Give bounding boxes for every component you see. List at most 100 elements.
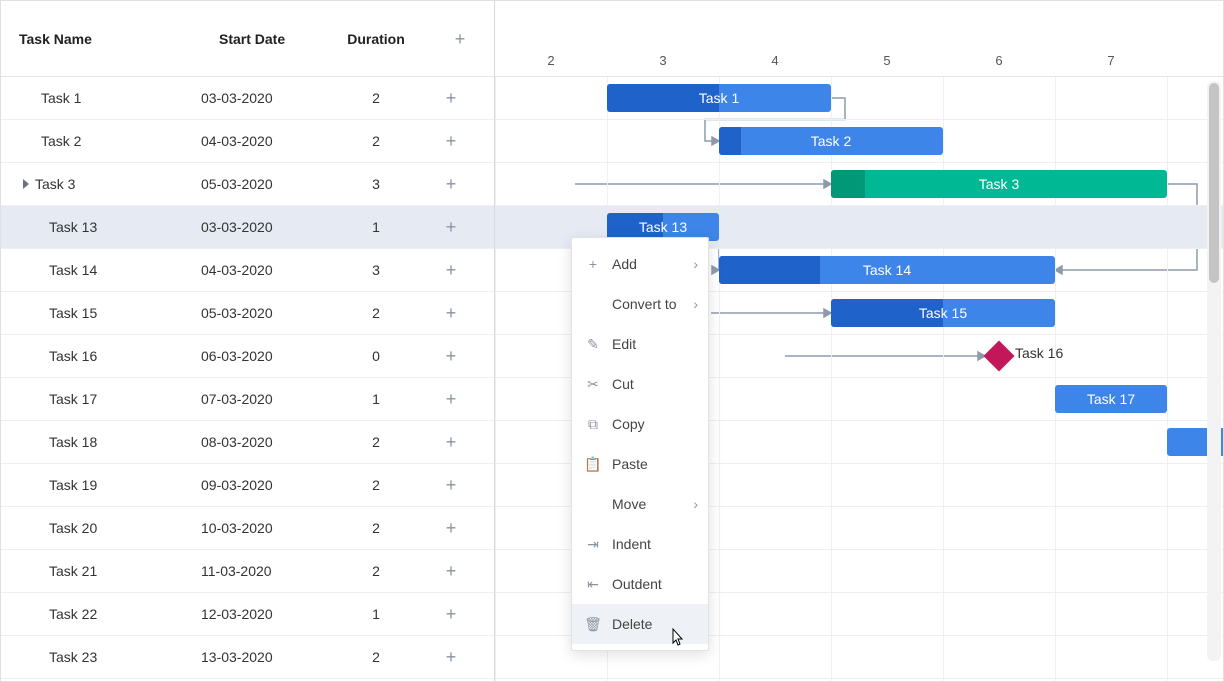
task-duration-cell[interactable]: 1	[331, 606, 421, 622]
table-row[interactable]: Task 1606-03-20200+	[1, 335, 494, 378]
row-add-button[interactable]: +	[421, 476, 481, 494]
menu-item-convert-to[interactable]: Convert to›	[572, 284, 708, 324]
task-name-cell[interactable]: Task 17	[1, 391, 201, 407]
row-add-button[interactable]: +	[421, 347, 481, 365]
row-add-button[interactable]: +	[421, 390, 481, 408]
menu-item-indent[interactable]: ⇥Indent	[572, 524, 708, 564]
task-start-cell[interactable]: 04-03-2020	[201, 133, 331, 149]
table-row[interactable]: Task 1404-03-20203 +	[1, 249, 494, 292]
row-add-button[interactable]: +	[421, 519, 481, 537]
task-name-cell[interactable]: Task 23	[1, 649, 201, 665]
gantt-bar[interactable]: Task 15	[831, 299, 1055, 327]
table-row[interactable]: Task 1909-03-20202+	[1, 464, 494, 507]
menu-item-paste[interactable]: 📋Paste	[572, 444, 708, 484]
menu-item-cut[interactable]: ✂Cut	[572, 364, 708, 404]
task-start-cell[interactable]: 11-03-2020	[201, 563, 331, 579]
task-duration-cell[interactable]: 2	[331, 133, 421, 149]
table-row[interactable]: Task 305-03-20203+	[1, 163, 494, 206]
row-add-button[interactable]: +	[421, 562, 481, 580]
task-duration-cell[interactable]: 2	[331, 434, 421, 450]
task-grid: Task Name Start Date Duration + Task 103…	[1, 1, 495, 681]
task-name-cell[interactable]: Task 1	[1, 90, 201, 106]
task-start-cell[interactable]: 03-03-2020	[201, 219, 331, 235]
menu-item-add[interactable]: +Add›	[572, 244, 708, 284]
task-duration-cell[interactable]: 2	[331, 90, 421, 106]
table-row[interactable]: Task 17 07-03-20201+	[1, 378, 494, 421]
menu-item-edit[interactable]: ✎Edit	[572, 324, 708, 364]
row-add-button[interactable]: +	[421, 304, 481, 322]
task-name-cell[interactable]: Task 13	[1, 219, 201, 235]
task-start-cell[interactable]: 05-03-2020	[201, 305, 331, 321]
task-start-cell[interactable]: 07-03-2020	[201, 391, 331, 407]
column-header-name[interactable]: Task Name	[1, 1, 201, 76]
task-name-cell[interactable]: Task 14	[1, 262, 201, 278]
task-start-cell[interactable]: 04-03-2020	[201, 262, 331, 278]
row-add-button[interactable]: +	[421, 648, 481, 666]
column-header-add[interactable]: +	[421, 1, 481, 76]
table-row[interactable]: Task 1808-03-20202+	[1, 421, 494, 464]
table-row[interactable]: Task 204-03-20202+	[1, 120, 494, 163]
task-duration-cell[interactable]: 3	[331, 262, 421, 278]
task-duration-cell[interactable]: 1	[331, 219, 421, 235]
timeline-row[interactable]	[495, 77, 1223, 120]
task-duration-cell[interactable]: 2	[331, 563, 421, 579]
table-row[interactable]: Task 103-03-20202+	[1, 77, 494, 120]
task-start-cell[interactable]: 10-03-2020	[201, 520, 331, 536]
task-start-cell[interactable]: 05-03-2020	[201, 176, 331, 192]
trash-icon: 🗑	[584, 616, 602, 633]
task-duration-cell[interactable]: 3	[331, 176, 421, 192]
task-name-cell[interactable]: Task 22	[1, 606, 201, 622]
scrollbar-thumb[interactable]	[1209, 83, 1219, 283]
menu-item-move[interactable]: Move›	[572, 484, 708, 524]
row-add-button[interactable]: +	[421, 132, 481, 150]
row-add-button[interactable]: +	[421, 175, 481, 193]
task-name-cell[interactable]: Task 15	[1, 305, 201, 321]
task-duration-cell[interactable]: 2	[331, 520, 421, 536]
gantt-bar[interactable]: Task 14	[719, 256, 1055, 284]
table-row[interactable]: Task 2313-03-20202+	[1, 636, 494, 679]
column-header-duration[interactable]: Duration	[331, 1, 421, 76]
task-duration-cell[interactable]: 1	[331, 391, 421, 407]
table-row[interactable]: Task 2010-03-20202+	[1, 507, 494, 550]
task-start-cell[interactable]: 03-03-2020	[201, 90, 331, 106]
gantt-bar[interactable]: Task 17	[1055, 385, 1167, 413]
gantt-bar[interactable]: Task 2	[719, 127, 943, 155]
table-row[interactable]: Task 2212-03-20201+	[1, 593, 494, 636]
row-add-button[interactable]: +	[421, 218, 481, 236]
row-add-button[interactable]: +	[421, 433, 481, 451]
task-name-cell[interactable]: Task 18	[1, 434, 201, 450]
task-name-cell[interactable]: Task 2	[1, 133, 201, 149]
chevron-right-icon: ›	[693, 296, 698, 312]
table-row[interactable]: Task 1303-03-20201+	[1, 206, 494, 249]
task-name-cell[interactable]: Task 3	[1, 176, 201, 192]
task-duration-cell[interactable]: 2	[331, 305, 421, 321]
row-add-button[interactable]: +	[421, 89, 481, 107]
task-start-cell[interactable]: 13-03-2020	[201, 649, 331, 665]
table-row[interactable]: Task 2111-03-20202+	[1, 550, 494, 593]
task-name-cell[interactable]: Task 16	[1, 348, 201, 364]
task-duration-cell[interactable]: 0	[331, 348, 421, 364]
row-add-button[interactable]: +	[421, 261, 481, 279]
row-add-button[interactable]: +	[421, 605, 481, 623]
menu-item-delete[interactable]: 🗑Delete	[572, 604, 708, 644]
task-name-cell[interactable]: Task 19	[1, 477, 201, 493]
task-start-cell[interactable]: 09-03-2020	[201, 477, 331, 493]
menu-item-copy[interactable]: ⧉Copy	[572, 404, 708, 444]
task-duration-cell[interactable]: 2	[331, 477, 421, 493]
task-name-label: Task 17	[49, 391, 97, 407]
task-name-cell[interactable]: Task 21	[1, 563, 201, 579]
plus-icon: +	[446, 261, 457, 279]
timeline-day-label: 6	[995, 53, 1002, 68]
task-start-cell[interactable]: 12-03-2020	[201, 606, 331, 622]
gantt-bar[interactable]: Task 3	[831, 170, 1167, 198]
task-duration-cell[interactable]: 2	[331, 649, 421, 665]
gantt-bar[interactable]: Task 1	[607, 84, 831, 112]
vertical-scrollbar[interactable]	[1207, 81, 1221, 661]
menu-item-outdent[interactable]: ⇤Outdent	[572, 564, 708, 604]
task-start-cell[interactable]: 06-03-2020	[201, 348, 331, 364]
task-name-cell[interactable]: Task 20	[1, 520, 201, 536]
table-row[interactable]: Task 1505-03-20202+	[1, 292, 494, 335]
column-header-start[interactable]: Start Date	[201, 1, 331, 76]
expand-icon[interactable]	[23, 179, 29, 189]
task-start-cell[interactable]: 08-03-2020	[201, 434, 331, 450]
